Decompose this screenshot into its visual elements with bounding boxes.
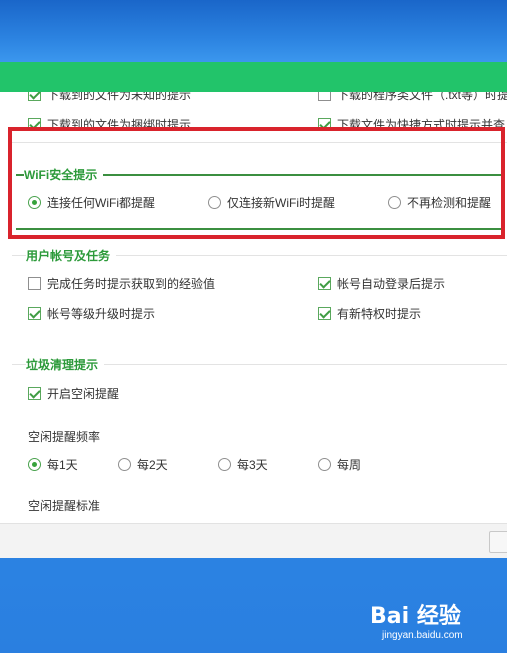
option-label: 帐号等级升级时提示 bbox=[47, 307, 156, 321]
radio-button[interactable] bbox=[218, 458, 231, 471]
account-row-2: 帐号等级升级时提示 有新特权时提示 bbox=[0, 305, 507, 325]
frequency-option-1day[interactable]: 每1天 bbox=[28, 456, 78, 473]
checkbox[interactable] bbox=[28, 118, 41, 131]
radio-button[interactable] bbox=[388, 196, 401, 209]
level-up-option[interactable]: 帐号等级升级时提示 bbox=[28, 305, 155, 322]
checkbox[interactable] bbox=[28, 92, 41, 101]
account-row-1: 完成任务时提示获取到的经验值 帐号自动登录后提示 bbox=[0, 275, 507, 295]
account-section-title: 用户帐号及任务 bbox=[26, 247, 117, 264]
new-privilege-option[interactable]: 有新特权时提示 bbox=[318, 305, 421, 322]
checkbox[interactable] bbox=[318, 92, 331, 101]
download-shortcut-option[interactable]: 下载文件为快捷方式时提示并查 bbox=[318, 116, 505, 133]
wifi-options-row: 连接任何WiFi都提醒 仅连接新WiFi时提醒 不再检测和提醒 bbox=[0, 194, 507, 214]
option-label: 每2天 bbox=[137, 458, 168, 472]
radio-button[interactable] bbox=[118, 458, 131, 471]
option-label: 仅连接新WiFi时提醒 bbox=[227, 196, 335, 210]
option-label: 有新特权时提示 bbox=[337, 307, 422, 321]
option-label: 完成任务时提示获取到的经验值 bbox=[47, 277, 216, 291]
checkbox[interactable] bbox=[318, 277, 331, 290]
frequency-label: 空闲提醒频率 bbox=[28, 430, 101, 444]
option-label: 每周 bbox=[337, 458, 362, 472]
footer-button[interactable] bbox=[489, 531, 507, 553]
radio-button[interactable] bbox=[208, 196, 221, 209]
auto-login-option[interactable]: 帐号自动登录后提示 bbox=[318, 275, 445, 292]
option-label: 下载到的文件为未知的提示 bbox=[47, 92, 192, 102]
option-label: 每3天 bbox=[237, 458, 268, 472]
settings-window: 下载到的文件为未知的提示 下载的程序类文件（.txt等）时提 下载到的文件为捆绑… bbox=[0, 62, 507, 558]
option-label: 每1天 bbox=[47, 458, 78, 472]
checkbox[interactable] bbox=[318, 118, 331, 131]
option-label: 开启空闲提醒 bbox=[47, 387, 120, 401]
frequency-option-2day[interactable]: 每2天 bbox=[118, 456, 168, 473]
dialog-footer bbox=[0, 523, 507, 558]
frequency-option-3day[interactable]: 每3天 bbox=[218, 456, 268, 473]
idle-reminder-option[interactable]: 开启空闲提醒 bbox=[28, 385, 119, 402]
option-label: 下载的程序类文件（.txt等）时提 bbox=[337, 92, 507, 102]
desktop-background-top bbox=[0, 0, 507, 62]
baidu-logo: Bai 经验 bbox=[370, 604, 461, 629]
radio-button[interactable] bbox=[318, 458, 331, 471]
frequency-options-row: 每1天 每2天 每3天 每周 bbox=[0, 456, 507, 476]
download-program-option[interactable]: 下载的程序类文件（.txt等）时提 bbox=[318, 92, 507, 103]
settings-scroll-area[interactable]: 下载到的文件为未知的提示 下载的程序类文件（.txt等）时提 下载到的文件为捆绑… bbox=[0, 92, 507, 523]
window-title-bar[interactable] bbox=[0, 62, 507, 92]
option-label: 帐号自动登录后提示 bbox=[337, 277, 446, 291]
watermark-url: jingyan.baidu.com bbox=[382, 630, 463, 641]
wifi-section-bottom-line bbox=[16, 228, 505, 230]
checkbox[interactable] bbox=[28, 307, 41, 320]
checkbox[interactable] bbox=[28, 277, 41, 290]
wifi-option-never[interactable]: 不再检测和提醒 bbox=[388, 194, 491, 211]
download-row-partial: 下载到的文件为未知的提示 下载的程序类文件（.txt等）时提 bbox=[0, 92, 507, 106]
wifi-option-new[interactable]: 仅连接新WiFi时提醒 bbox=[208, 194, 335, 211]
wifi-option-any[interactable]: 连接任何WiFi都提醒 bbox=[28, 194, 155, 211]
cleanup-section-title: 垃圾清理提示 bbox=[26, 356, 105, 373]
task-exp-option[interactable]: 完成任务时提示获取到的经验值 bbox=[28, 275, 215, 292]
baidu-watermark: Bai 经验 jingyan.baidu.com bbox=[370, 598, 500, 648]
checkbox[interactable] bbox=[28, 387, 41, 400]
radio-button[interactable] bbox=[28, 458, 41, 471]
download-row: 下载到的文件为捆绑时提示 下载文件为快捷方式时提示并查 bbox=[0, 116, 507, 136]
wifi-section-title: WiFi安全提示 bbox=[24, 166, 104, 183]
checkbox[interactable] bbox=[318, 307, 331, 320]
download-bundle-option[interactable]: 下载到的文件为捆绑时提示 bbox=[28, 116, 191, 133]
radio-button[interactable] bbox=[28, 196, 41, 209]
cleanup-enable-row: 开启空闲提醒 bbox=[0, 385, 507, 405]
frequency-option-week[interactable]: 每周 bbox=[318, 456, 361, 473]
option-label: 下载到的文件为捆绑时提示 bbox=[47, 118, 192, 132]
standard-label: 空闲提醒标准 bbox=[28, 499, 101, 513]
option-label: 不再检测和提醒 bbox=[407, 196, 492, 210]
option-label: 连接任何WiFi都提醒 bbox=[47, 196, 155, 210]
download-unknown-option[interactable]: 下载到的文件为未知的提示 bbox=[28, 92, 191, 103]
option-label: 下载文件为快捷方式时提示并查 bbox=[337, 118, 506, 132]
section-divider bbox=[12, 142, 507, 143]
